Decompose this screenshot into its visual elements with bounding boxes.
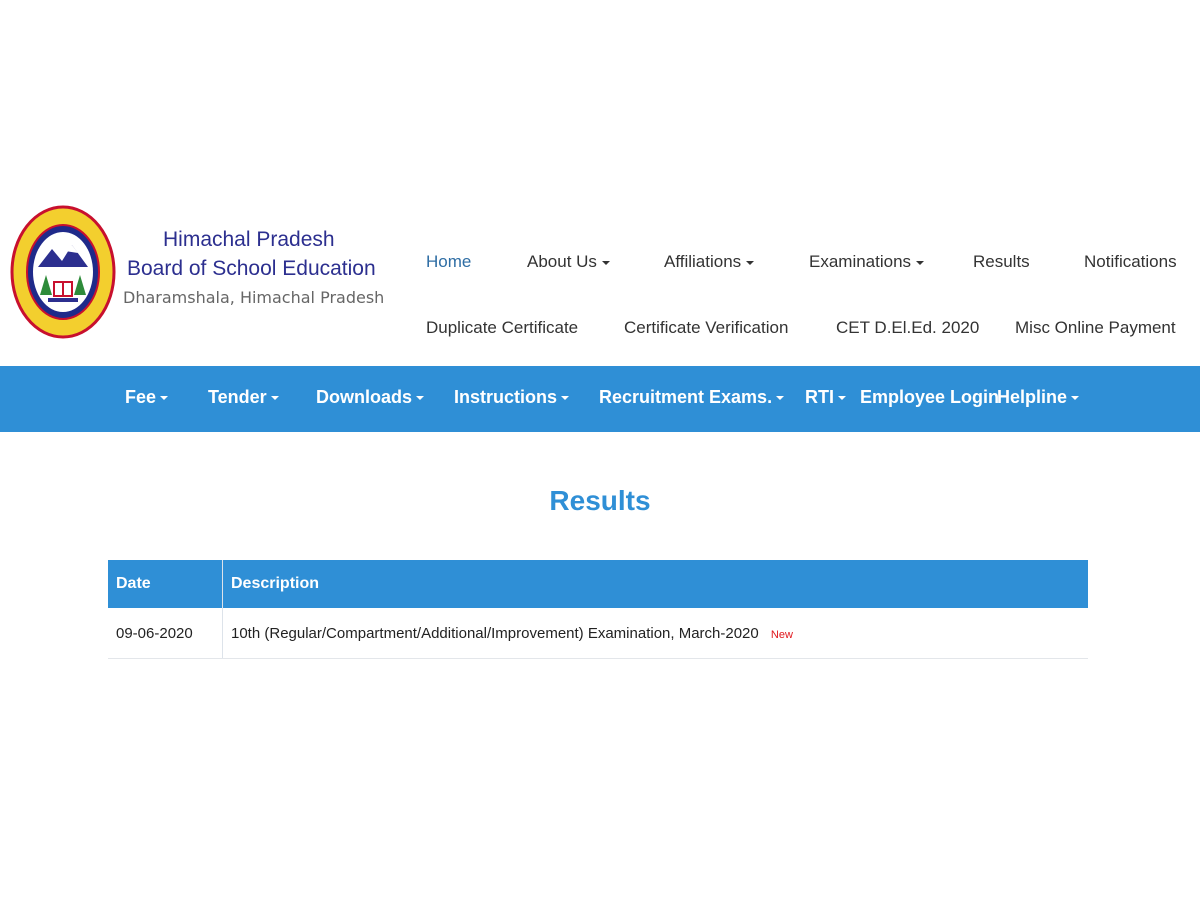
- nav-misc-online-payment-label: Misc Online Payment: [1015, 318, 1176, 337]
- nav-cet-deled[interactable]: CET D.El.Ed. 2020: [836, 318, 979, 338]
- nav-recruitment-exams[interactable]: Recruitment Exams.: [599, 387, 785, 408]
- caret-down-icon: [561, 396, 570, 401]
- board-logo[interactable]: [10, 205, 116, 339]
- caret-down-icon: [916, 260, 925, 265]
- nav-results-label: Results: [973, 252, 1030, 271]
- caret-down-icon: [160, 396, 169, 401]
- results-table: Date Description 09-06-2020 10th (Regula…: [108, 560, 1088, 659]
- nav-affiliations-label: Affiliations: [664, 252, 742, 271]
- nav-helpline-label: Helpline: [997, 387, 1068, 407]
- nav-duplicate-certificate[interactable]: Duplicate Certificate: [426, 318, 578, 338]
- caret-down-icon: [746, 260, 755, 265]
- main-navigation-bar: Fee Tender Downloads Instructions Recrui…: [0, 366, 1200, 432]
- result-date: 09-06-2020: [108, 608, 223, 659]
- caret-down-icon: [838, 396, 846, 401]
- nav-examinations[interactable]: Examinations: [809, 252, 925, 272]
- table-header-row: Date Description: [108, 560, 1088, 608]
- nav-fee[interactable]: Fee: [125, 387, 169, 408]
- table-row: 09-06-2020 10th (Regular/Compartment/Add…: [108, 608, 1088, 659]
- nav-rti-label: RTI: [805, 387, 834, 407]
- nav-affiliations[interactable]: Affiliations: [664, 252, 755, 272]
- caret-down-icon: [601, 260, 610, 265]
- caret-down-icon: [270, 396, 279, 401]
- nav-downloads-label: Downloads: [316, 387, 413, 407]
- org-title-line2: Board of School Education: [127, 257, 376, 280]
- nav-rti[interactable]: RTI: [805, 387, 846, 408]
- nav-notifications[interactable]: Notifications: [1084, 252, 1177, 272]
- nav-downloads[interactable]: Downloads: [316, 387, 425, 408]
- nav-instructions[interactable]: Instructions: [454, 387, 570, 408]
- nav-home[interactable]: Home: [426, 252, 471, 272]
- result-link[interactable]: 10th (Regular/Compartment/Additional/Imp…: [231, 625, 759, 642]
- nav-helpline[interactable]: Helpline: [997, 387, 1080, 408]
- page-title: Results: [549, 485, 651, 516]
- caret-down-icon: [1071, 396, 1080, 401]
- new-badge: New: [770, 628, 793, 641]
- nav-about-us[interactable]: About Us: [527, 252, 610, 272]
- nav-certificate-verification[interactable]: Certificate Verification: [624, 318, 788, 338]
- nav-examinations-label: Examinations: [809, 252, 912, 271]
- nav-tender-label: Tender: [208, 387, 267, 407]
- result-description-cell: 10th (Regular/Compartment/Additional/Imp…: [222, 608, 1088, 659]
- org-title-line1: Himachal Pradesh: [163, 228, 335, 251]
- nav-certificate-verification-label: Certificate Verification: [624, 318, 789, 337]
- caret-down-icon: [416, 396, 425, 401]
- organisation-name: Himachal Pradesh Board of School Educati…: [123, 226, 384, 312]
- nav-home-label: Home: [426, 252, 472, 271]
- nav-tender[interactable]: Tender: [208, 387, 279, 408]
- nav-fee-label: Fee: [125, 387, 157, 407]
- org-location: Dharamshala, Himachal Pradesh: [123, 288, 385, 307]
- nav-duplicate-certificate-label: Duplicate Certificate: [426, 318, 579, 337]
- nav-cet-deled-label: CET D.El.Ed. 2020: [836, 318, 980, 337]
- nav-results[interactable]: Results: [973, 252, 1030, 272]
- column-header-description: Description: [222, 560, 1088, 608]
- nav-notifications-label: Notifications: [1084, 252, 1177, 271]
- nav-recruitment-exams-label: Recruitment Exams.: [599, 387, 773, 407]
- column-header-date: Date: [108, 560, 223, 608]
- nav-misc-online-payment[interactable]: Misc Online Payment: [1015, 318, 1176, 338]
- board-seal-logo-icon: [10, 205, 116, 339]
- nav-about-us-label: About Us: [527, 252, 597, 271]
- caret-down-icon: [776, 396, 785, 401]
- nav-instructions-label: Instructions: [454, 387, 558, 407]
- nav-employee-login[interactable]: Employee Login: [860, 387, 999, 408]
- nav-employee-login-label: Employee Login: [860, 387, 1000, 407]
